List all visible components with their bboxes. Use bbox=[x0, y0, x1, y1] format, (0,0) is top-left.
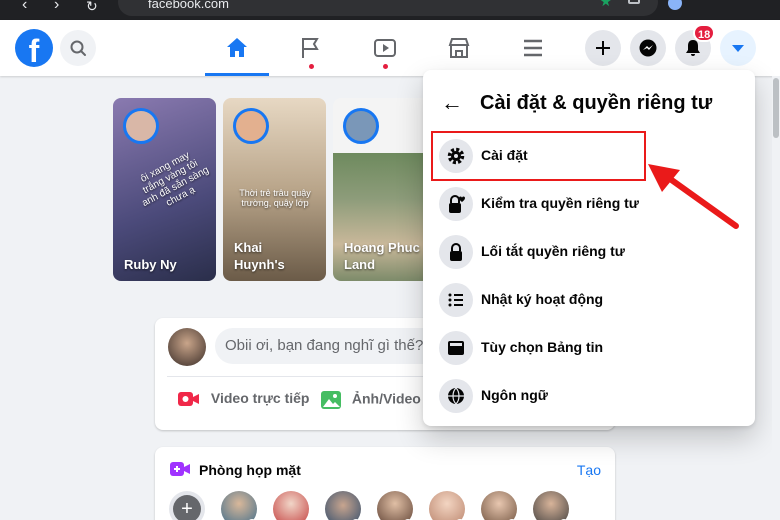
plus-icon: + bbox=[173, 495, 201, 520]
notification-count-badge: 18 bbox=[693, 24, 716, 42]
menu-item-language[interactable]: Ngôn ngữ bbox=[433, 373, 745, 419]
messenger-button[interactable] bbox=[630, 30, 666, 66]
settings-privacy-menu: ← Cài đặt & quyền riêng tư Cài đặt Kiểm … bbox=[423, 70, 755, 426]
notifications-button[interactable]: 18 bbox=[675, 24, 716, 66]
tab-marketplace[interactable] bbox=[427, 20, 491, 76]
rooms-video-icon bbox=[170, 462, 190, 476]
story-card[interactable]: Thời trẻ trâu quậy trường, quậy lớp Khai… bbox=[223, 98, 326, 281]
menu-item-label: Lối tắt quyền riêng tư bbox=[481, 243, 625, 259]
contact-avatar[interactable] bbox=[429, 491, 465, 520]
story-avatar bbox=[233, 108, 269, 144]
highlight-box bbox=[431, 131, 646, 181]
contact-avatar[interactable] bbox=[481, 491, 517, 520]
create-room-button[interactable]: + bbox=[169, 491, 205, 520]
page-scrollbar[interactable] bbox=[772, 76, 780, 520]
profile-avatar bbox=[668, 0, 682, 10]
caret-down-icon bbox=[732, 45, 744, 52]
lock-heart-icon bbox=[439, 187, 473, 221]
menu-item-label: Tùy chọn Bảng tin bbox=[481, 339, 604, 355]
browser-toolbar: ‹ › ↻ facebook.com ★ bbox=[0, 0, 780, 20]
notification-dot bbox=[383, 64, 388, 69]
search-icon bbox=[70, 40, 86, 56]
story-name: Khai Huynh's bbox=[234, 240, 285, 272]
address-bar[interactable]: facebook.com ★ bbox=[118, 0, 658, 16]
reload-icon[interactable]: ↻ bbox=[86, 0, 98, 15]
contact-avatar[interactable] bbox=[377, 491, 413, 520]
scrollbar-thumb[interactable] bbox=[773, 78, 779, 138]
top-navigation: f 18 bbox=[0, 20, 780, 76]
globe-icon bbox=[439, 379, 473, 413]
story-name: Hoang Phuc Land bbox=[344, 240, 420, 272]
contact-avatar[interactable] bbox=[221, 491, 257, 520]
tab-pages[interactable] bbox=[279, 20, 343, 76]
photo-icon bbox=[321, 391, 341, 409]
back-arrow-icon[interactable]: ← bbox=[441, 90, 463, 116]
notification-dot bbox=[309, 64, 314, 69]
home-icon bbox=[227, 38, 247, 57]
create-room-link[interactable]: Tạo bbox=[577, 462, 601, 478]
menu-item-feed-preferences[interactable]: Tùy chọn Bảng tin bbox=[433, 325, 745, 371]
lock-icon bbox=[439, 235, 473, 269]
list-icon bbox=[439, 283, 473, 317]
annotation-arrow-icon bbox=[648, 164, 739, 229]
facebook-logo-icon[interactable]: f bbox=[15, 29, 53, 67]
live-video-icon bbox=[178, 392, 199, 407]
rooms-card: Phòng họp mặt Tạo + bbox=[155, 447, 615, 520]
menu-title: Cài đặt & quyền riêng tư bbox=[480, 92, 713, 114]
user-avatar[interactable] bbox=[168, 328, 206, 366]
extension-icon[interactable] bbox=[628, 0, 640, 4]
star-icon[interactable]: ★ bbox=[599, 0, 612, 10]
rooms-title: Phòng họp mặt bbox=[199, 462, 301, 478]
story-overlay-text: ôi xang may trắng vàng tôi anh đã sắn sà… bbox=[138, 149, 211, 210]
tab-menu[interactable] bbox=[501, 20, 565, 76]
photo-video-label: Ảnh/Video bbox=[351, 390, 421, 407]
url-text: facebook.com bbox=[148, 0, 229, 11]
tab-home[interactable] bbox=[205, 20, 269, 76]
feed-icon bbox=[439, 331, 473, 365]
video-icon bbox=[374, 39, 396, 57]
create-button[interactable] bbox=[585, 30, 621, 66]
search-button[interactable] bbox=[60, 30, 96, 66]
story-overlay-text: Thời trẻ trâu quậy trường, quậy lớp bbox=[239, 188, 311, 208]
menu-item-label: Nhật ký hoạt động bbox=[481, 291, 604, 307]
store-icon bbox=[448, 38, 470, 58]
contact-avatar[interactable] bbox=[325, 491, 361, 520]
hamburger-icon bbox=[524, 39, 542, 57]
menu-item-activity-log[interactable]: Nhật ký hoạt động bbox=[433, 277, 745, 323]
messenger-icon bbox=[639, 39, 657, 57]
browser-profile[interactable] bbox=[668, 0, 780, 16]
menu-item-label: Ngôn ngữ bbox=[481, 387, 548, 403]
live-video-button[interactable]: Video trực tiếp bbox=[177, 390, 309, 408]
account-menu-button[interactable] bbox=[720, 30, 756, 66]
story-card[interactable]: Hoang Phuc Land bbox=[333, 98, 436, 281]
story-avatar bbox=[343, 108, 379, 144]
flag-icon bbox=[302, 38, 319, 58]
back-icon[interactable]: ‹ bbox=[22, 0, 27, 14]
story-avatar bbox=[123, 108, 159, 144]
plus-icon bbox=[596, 41, 610, 55]
contact-avatar[interactable] bbox=[273, 491, 309, 520]
story-card[interactable]: ôi xang may trắng vàng tôi anh đã sắn sà… bbox=[113, 98, 216, 281]
live-video-label: Video trực tiếp bbox=[210, 390, 310, 406]
tab-watch[interactable] bbox=[353, 20, 417, 76]
contact-avatar[interactable] bbox=[533, 491, 569, 520]
story-name: Ruby Ny bbox=[124, 257, 177, 272]
forward-icon[interactable]: › bbox=[54, 0, 59, 14]
photo-video-button[interactable]: Ảnh/Video bbox=[320, 390, 421, 410]
menu-item-label: Kiểm tra quyền riêng tư bbox=[481, 195, 639, 211]
